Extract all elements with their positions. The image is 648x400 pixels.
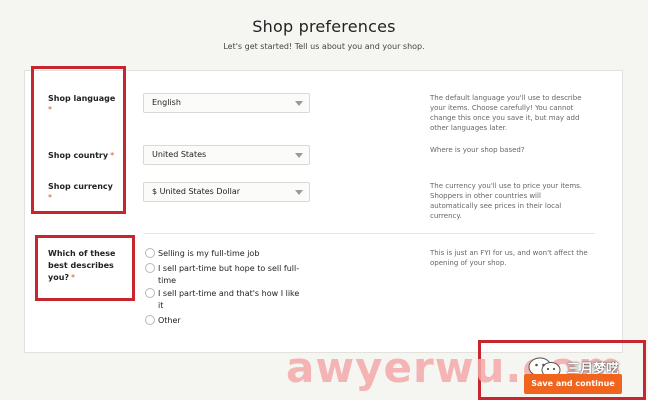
save-and-continue-button[interactable]: Save and continue <box>524 374 622 394</box>
shop-currency-select[interactable]: $ United States Dollar <box>143 182 310 202</box>
page-title: Shop preferences <box>252 17 396 36</box>
page-subtitle: Let's get started! Tell us about you and… <box>223 42 425 51</box>
shop-country-help: Where is your shop based? <box>430 145 610 155</box>
help-line: The currency you'll use to price your it… <box>430 182 583 190</box>
chevron-down-icon <box>295 190 303 195</box>
shop-currency-help: The currency you'll use to price your it… <box>430 181 610 221</box>
option-line: Other <box>158 316 181 325</box>
shop-country-value: United States <box>152 150 207 159</box>
chevron-down-icon <box>295 101 303 106</box>
radio-button[interactable] <box>145 288 155 298</box>
describes-you-help: This is just an FYI for us, and won't af… <box>430 248 615 268</box>
help-line: automatically see prices in their local <box>430 202 562 210</box>
help-line: Where is your shop based? <box>430 146 525 154</box>
shop-currency-value: $ United States Dollar <box>152 187 241 196</box>
help-line: The default language you'll use to descr… <box>430 94 582 102</box>
shop-language-help: The default language you'll use to descr… <box>430 93 610 133</box>
option-line: I sell part-time and that's how I like <box>158 289 300 298</box>
help-line: other languages later. <box>430 124 508 132</box>
shop-language-select[interactable]: English <box>143 93 310 113</box>
highlight-box-shop-settings <box>31 66 126 214</box>
radio-button[interactable] <box>145 315 155 325</box>
option-line: I sell part-time but hope to sell full- <box>158 264 300 273</box>
option-line: time <box>158 276 177 285</box>
option-label: I sell part-time but hope to sell full- … <box>158 263 328 287</box>
option-label: Selling is my full-time job <box>158 248 328 260</box>
chevron-down-icon <box>295 153 303 158</box>
help-line: currency. <box>430 212 462 220</box>
radio-button[interactable] <box>145 248 155 258</box>
help-line: change this once you save it, but may ad… <box>430 114 580 122</box>
help-line: This is just an FYI for us, and won't af… <box>430 249 588 257</box>
shop-country-select[interactable]: United States <box>143 145 310 165</box>
help-line: your items. Choose carefully! You cannot <box>430 104 574 112</box>
section-divider <box>143 233 595 234</box>
radio-button[interactable] <box>145 263 155 273</box>
shop-language-value: English <box>152 98 181 107</box>
help-line: Shoppers in other countries will <box>430 192 541 200</box>
option-line: it <box>158 301 164 310</box>
option-label: Other <box>158 315 328 327</box>
option-label: I sell part-time and that's how I like i… <box>158 288 328 312</box>
option-line: Selling is my full-time job <box>158 249 260 258</box>
highlight-box-describes-you <box>35 235 135 301</box>
help-line: opening of your shop. <box>430 259 507 267</box>
